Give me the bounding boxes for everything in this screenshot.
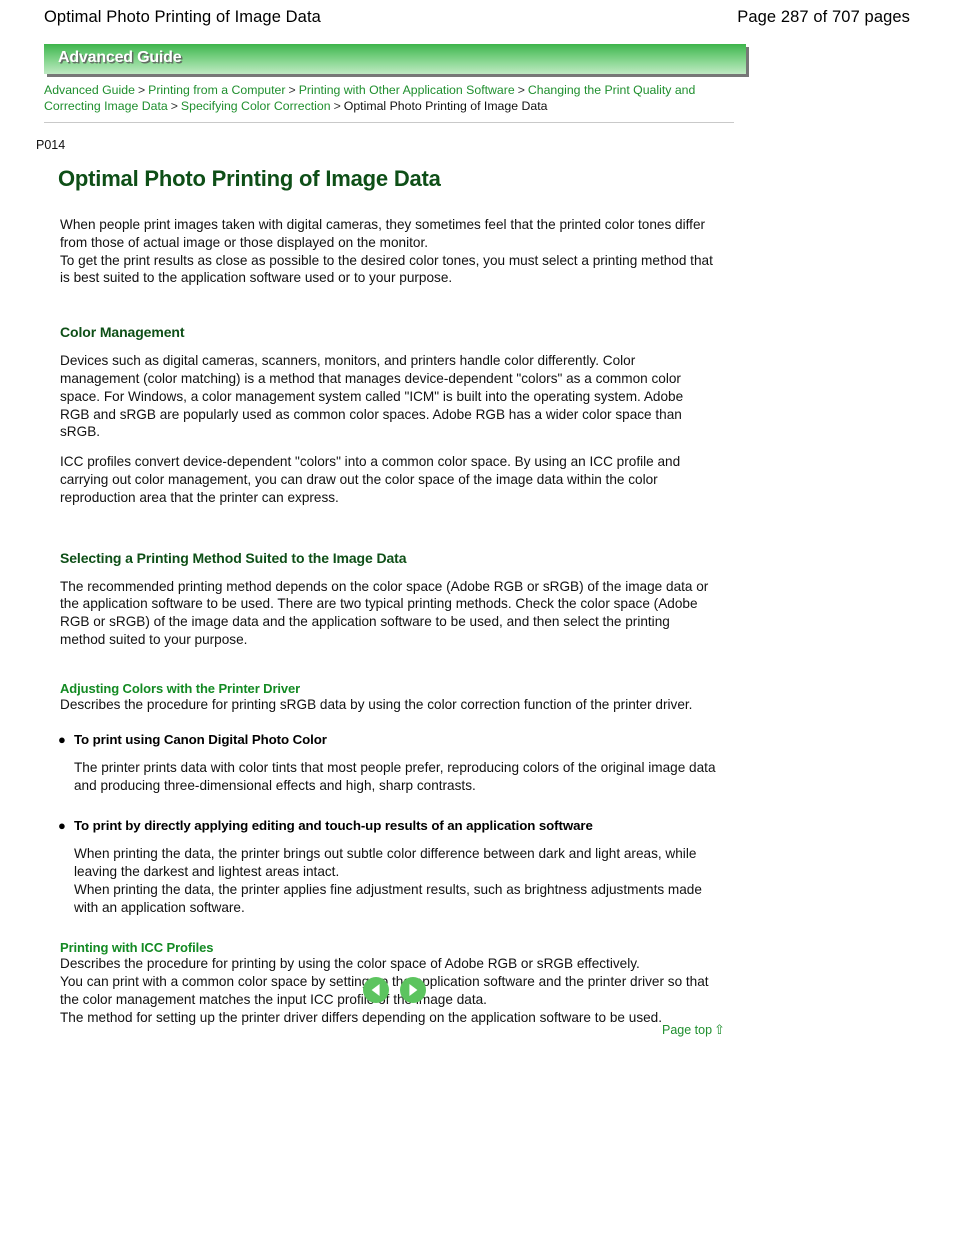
breadcrumb-item-advanced-guide[interactable]: Advanced Guide xyxy=(44,83,135,97)
arrow-up-icon: ⇧ xyxy=(714,1022,725,1037)
color-management-paragraph-2: ICC profiles convert device-dependent "c… xyxy=(60,454,681,505)
intro-paragraph-1: When people print images taken with digi… xyxy=(60,217,706,250)
advanced-guide-banner-label: Advanced Guide xyxy=(58,49,182,66)
breadcrumb-item-specifying-color-correction[interactable]: Specifying Color Correction xyxy=(181,99,331,113)
guide-banner-section: Advanced Guide Advanced Guide > Printing f… xyxy=(44,44,746,123)
bullet-dot-icon: ● xyxy=(58,731,66,747)
page-top-link[interactable]: Page top ⇧ xyxy=(662,1022,725,1038)
next-page-button[interactable] xyxy=(400,977,426,1003)
bullet-item-directly-applying-editing: ● To print by directly applying editing … xyxy=(58,817,718,835)
bullet-body-text-line-1: When printing the data, the printer brin… xyxy=(74,846,697,879)
bullet-body-directly-applying-editing: When printing the data, the printer brin… xyxy=(74,845,719,916)
page-top-label: Page top xyxy=(662,1023,713,1037)
bullet-dot-icon: ● xyxy=(58,817,66,833)
breadcrumb-separator: > xyxy=(288,83,296,97)
subsection-heading-adjusting-colors[interactable]: Adjusting Colors with the Printer Driver xyxy=(60,681,714,696)
breadcrumb: Advanced Guide > Printing from a Computer >… xyxy=(44,82,734,114)
page-title: Optimal Photo Printing of Image Data xyxy=(58,166,441,191)
bullet-body-text-line-2: When printing the data, the printer appl… xyxy=(74,881,702,915)
previous-page-button[interactable] xyxy=(363,977,389,1003)
page-number-label: Page 287 of 707 pages xyxy=(737,7,910,26)
subsection-heading-printing-with-icc-profiles[interactable]: Printing with ICC Profiles xyxy=(60,940,714,955)
icc-profiles-line-1: Describes the procedure for printing by … xyxy=(60,956,640,972)
section-heading-color-management: Color Management xyxy=(60,324,185,341)
subsection-adjusting-colors: Adjusting Colors with the Printer Driver… xyxy=(60,681,714,714)
document-id: P014 xyxy=(36,138,66,152)
breadcrumb-separator: > xyxy=(137,83,146,97)
page-header-title: Optimal Photo Printing of Image Data xyxy=(44,7,321,26)
breadcrumb-separator: > xyxy=(517,83,525,97)
breadcrumb-separator: > xyxy=(170,99,178,113)
breadcrumb-divider xyxy=(44,122,734,123)
bullet-body-canon-digital-photo-color: The printer prints data with color tints… xyxy=(74,759,719,795)
adjusting-colors-description: Describes the procedure for printing sRG… xyxy=(60,696,693,712)
color-management-paragraph-1: Devices such as digital cameras, scanner… xyxy=(60,353,684,440)
section-color-management: Color Management Devices such as digital… xyxy=(60,324,714,506)
bullet-body-text: The printer prints data with color tints… xyxy=(74,760,716,793)
chevron-left-icon xyxy=(371,984,380,996)
intro-block: When people print images taken with digi… xyxy=(60,216,714,287)
bullet-label-directly-applying-editing: To print by directly applying editing an… xyxy=(74,817,593,833)
page-header: Optimal Photo Printing of Image Data Pag… xyxy=(0,0,954,34)
chevron-right-icon xyxy=(409,984,418,996)
bullet-label-canon-digital-photo-color: To print using Canon Digital Photo Color xyxy=(74,731,327,747)
advanced-guide-banner: Advanced Guide xyxy=(44,44,746,74)
breadcrumb-item-printing-with-other-application-software[interactable]: Printing with Other Application Software xyxy=(299,83,515,97)
breadcrumb-separator: > xyxy=(333,99,341,113)
breadcrumb-item-printing-from-a-computer[interactable]: Printing from a Computer xyxy=(148,83,285,97)
bullet-item-canon-digital-photo-color: ● To print using Canon Digital Photo Col… xyxy=(58,731,718,749)
breadcrumb-item-current: Optimal Photo Printing of Image Data xyxy=(343,99,548,113)
intro-paragraph-2: To get the print results as close as pos… xyxy=(60,252,713,286)
icc-profiles-line-3: The method for setting up the printer dr… xyxy=(60,1009,663,1025)
main-content: Optimal Photo Printing of Image Data Whe… xyxy=(0,166,954,1027)
section-heading-selecting-printing-method: Selecting a Printing Method Suited to th… xyxy=(60,549,407,566)
selecting-printing-method-paragraph-1: The recommended printing method depends … xyxy=(60,578,709,647)
page-navigation xyxy=(363,977,426,1003)
section-selecting-printing-method: Selecting a Printing Method Suited to th… xyxy=(60,550,714,649)
